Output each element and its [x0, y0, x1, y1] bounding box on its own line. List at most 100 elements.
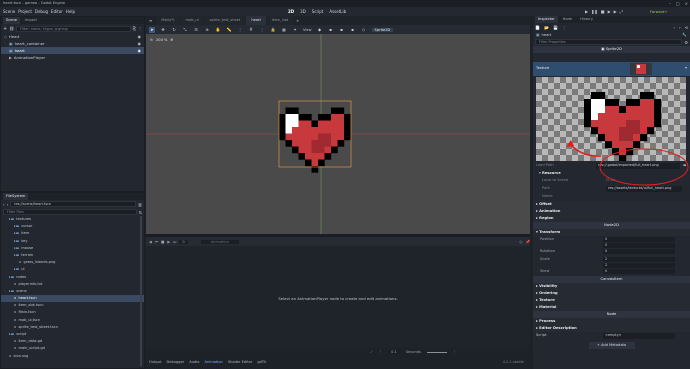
- play-backwards-icon[interactable]: ◀: [149, 240, 152, 244]
- tree-node[interactable]: ▣ heart ◉: [1, 47, 144, 54]
- renderer-selector[interactable]: Forward+: [650, 7, 667, 16]
- folder-item[interactable]: ▸▬ notes: [1, 274, 144, 281]
- visibility-eye-icon[interactable]: ◉: [138, 40, 141, 47]
- new-resource-icon[interactable]: 📄: [535, 25, 540, 30]
- tab-inspector[interactable]: Inspector: [535, 16, 558, 23]
- snap-value[interactable]: 0.1: [388, 350, 400, 354]
- link-icon[interactable]: ⛓: [9, 26, 14, 31]
- file-item[interactable]: ▫ icon.svg: [1, 353, 144, 360]
- keyframe-icon[interactable]: ◆: [317, 27, 323, 33]
- close-button[interactable]: ×: [685, 0, 688, 7]
- forward-icon[interactable]: ›: [7, 202, 9, 207]
- folder-item[interactable]: ▸▬ key: [1, 238, 144, 245]
- play-start-icon[interactable]: ⏭: [173, 240, 176, 244]
- menu-editor[interactable]: Editor: [51, 9, 63, 14]
- rotate-tool-icon[interactable]: ↻: [171, 27, 177, 33]
- section-ordering[interactable]: ▸ Ordering: [533, 290, 690, 297]
- tree-node[interactable]: ◇ Heart ◉: [1, 33, 144, 40]
- scene-filter-input[interactable]: Filter: name, t:type, g:group: [16, 25, 131, 32]
- maximize-button[interactable]: □: [676, 0, 680, 7]
- folder-item[interactable]: ▸▬ ui: [1, 266, 144, 273]
- tab-gdtk[interactable]: gdTk: [257, 360, 266, 364]
- section-offset[interactable]: ▸ Offset: [533, 201, 690, 208]
- menu-scene[interactable]: Scene: [3, 9, 15, 14]
- pivot-tool-icon[interactable]: ⊕: [204, 27, 210, 33]
- property-value-field[interactable]: 0: [603, 249, 675, 254]
- inspector-filter-input[interactable]: Filter Properties: [535, 39, 683, 45]
- section-material[interactable]: ▸ Material: [533, 304, 690, 311]
- property-value-field[interactable]: 2: [603, 257, 675, 262]
- workspace-3d[interactable]: 3D: [300, 9, 306, 14]
- heart-sprite[interactable]: [279, 107, 351, 173]
- file-item[interactable]: ▫ heart.tscn: [1, 295, 144, 303]
- add-metadata-button[interactable]: + Add Metadata: [588, 341, 635, 349]
- file-item[interactable]: ▫ item_data.gd: [1, 338, 144, 345]
- tab-scene[interactable]: Scene: [3, 17, 20, 24]
- snap-icon[interactable]: ⋮: [379, 350, 383, 354]
- menu-project[interactable]: Project: [18, 9, 32, 14]
- filesystem-filter-input[interactable]: Filter Files: [3, 209, 137, 215]
- property-value-field[interactable]: 0: [603, 242, 675, 248]
- property-value-field[interactable]: 0: [603, 269, 675, 274]
- snap-options-icon[interactable]: ⋮: [259, 27, 265, 33]
- file-item[interactable]: ▫ sprite_test_sheet.tscn: [1, 324, 144, 331]
- object-history-icon[interactable]: ⟲: [685, 25, 688, 30]
- onion-skin-icon[interactable]: ◎: [519, 240, 522, 244]
- sort-icon[interactable]: ⇅: [139, 210, 142, 215]
- skeleton-icon[interactable]: ✦: [292, 27, 298, 33]
- section-visibility[interactable]: ▸ Visibility: [533, 283, 690, 290]
- movie-maker-icon[interactable]: ⤢: [620, 9, 623, 14]
- history-forward-icon[interactable]: ›: [679, 25, 681, 30]
- tab-animation[interactable]: Animation: [205, 360, 223, 364]
- open-resource-icon[interactable]: 📂: [544, 25, 549, 30]
- workspace-script[interactable]: Script: [312, 9, 324, 14]
- tab-node[interactable]: Node: [560, 16, 575, 23]
- scene-tab[interactable]: item_slot: [266, 16, 294, 25]
- bezier-icon[interactable]: ⟋: [370, 350, 373, 354]
- group-icon[interactable]: ▦: [281, 27, 287, 33]
- scene-tab-active[interactable]: heart: [246, 16, 266, 25]
- section-transform[interactable]: ▾ Transform: [533, 229, 690, 236]
- tab-shader-editor[interactable]: Shader Editor: [228, 360, 253, 364]
- smart-snap-icon[interactable]: ⋮: [237, 27, 243, 33]
- view-menu[interactable]: View: [303, 28, 312, 32]
- move-tool-icon[interactable]: ✥: [160, 27, 166, 33]
- folder-item[interactable]: ▸▬ mouse: [1, 245, 144, 252]
- zoom-out-icon[interactable]: ⊖: [150, 38, 153, 42]
- texture-thumbnail[interactable]: [630, 63, 652, 75]
- texture-dropdown-icon[interactable]: ▾: [685, 65, 687, 70]
- play-icon[interactable]: ▶: [585, 9, 588, 14]
- play-backwards-start-icon[interactable]: ⏮: [155, 240, 158, 244]
- section-process[interactable]: ▸ Process: [533, 318, 690, 325]
- minimize-button[interactable]: –: [669, 0, 671, 7]
- play-scene-icon[interactable]: ▶: [608, 9, 611, 14]
- scene-tab[interactable]: mob_ui: [180, 16, 204, 25]
- instance-icon[interactable]: ⎘: [133, 26, 136, 31]
- key-position-icon[interactable]: ▪: [328, 27, 334, 33]
- menu-debug[interactable]: Debug: [35, 9, 48, 14]
- pin-icon[interactable]: 📌: [526, 240, 530, 244]
- texture-row[interactable]: Texture ▾: [533, 62, 690, 76]
- inspector-node-name[interactable]: heart: [541, 33, 551, 37]
- menu-icon[interactable]: ⋮: [138, 26, 142, 31]
- animation-name-select[interactable]: Animation: [200, 239, 240, 244]
- stop-icon[interactable]: ■: [161, 240, 164, 244]
- more-tabs-icon[interactable]: »: [296, 18, 298, 23]
- visibility-eye-icon[interactable]: ◉: [138, 33, 141, 40]
- property-value-field[interactable]: 0: [603, 237, 675, 242]
- tab-import[interactable]: Import: [22, 17, 40, 24]
- property-value-field[interactable]: 2: [603, 262, 675, 268]
- filesystem-scrollbar[interactable]: [140, 216, 142, 366]
- folder-item[interactable]: ▸▬ cursor: [1, 223, 144, 230]
- section-texture[interactable]: ▸ Texture: [533, 297, 690, 304]
- scene-tab[interactable]: sprite_test_sheet: [204, 16, 246, 25]
- grid-snap-icon[interactable]: #: [248, 27, 254, 33]
- list-select-icon[interactable]: ☰: [193, 27, 199, 33]
- class-header-sprite2d[interactable]: ▣ Sprite2D: [533, 46, 690, 53]
- scale-tool-icon[interactable]: ⤡: [182, 27, 188, 33]
- file-item[interactable]: ▫ item_slot.tscn: [1, 302, 144, 309]
- file-item[interactable]: ▫ grass_islands.png: [1, 259, 144, 266]
- section-animation[interactable]: ▸ Animation: [533, 208, 690, 215]
- zoom-slider[interactable]: [426, 351, 447, 353]
- edit-menu-icon[interactable]: ⋮: [453, 350, 457, 354]
